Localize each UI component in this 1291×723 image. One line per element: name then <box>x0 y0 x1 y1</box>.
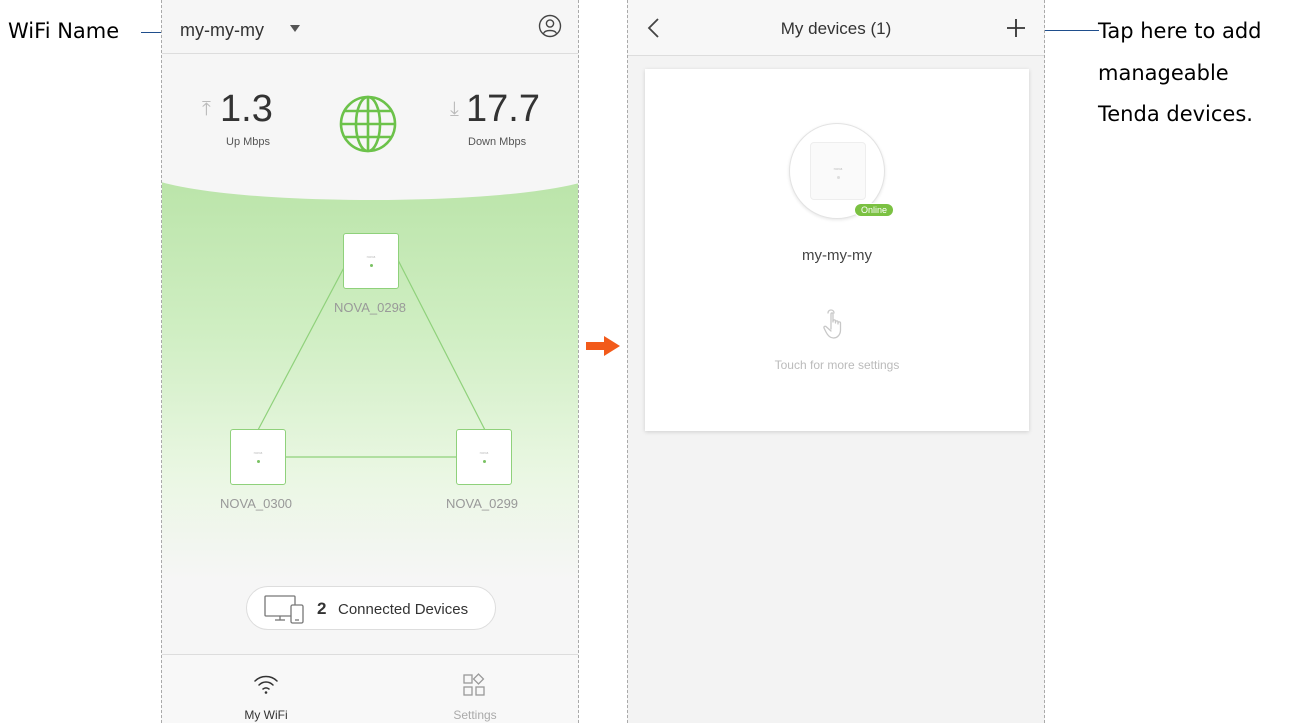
node-led <box>483 460 486 463</box>
tab-label: Settings <box>453 708 497 722</box>
page-title: My devices (1) <box>780 19 892 38</box>
add-hint-line-2: manageable <box>1098 61 1229 85</box>
link-top-right <box>397 259 486 431</box>
transition-arrow-icon <box>586 336 620 356</box>
mesh-node-top[interactable]: nova <box>343 233 399 289</box>
device-card[interactable]: nova Online my-my-my Touch for more sett… <box>645 69 1029 431</box>
connected-devices-button[interactable]: 2 Connected Devices <box>246 586 496 630</box>
link-top-left <box>257 259 349 431</box>
add-hint-line-1: Tap here to add <box>1098 19 1262 43</box>
mesh-node-label: NOVA_0298 <box>334 300 407 315</box>
node-led <box>257 460 260 463</box>
bottom-tab-bar: My WiFi Settings <box>162 654 578 723</box>
devices-icon <box>264 595 304 624</box>
connected-devices-count: 2 <box>317 599 327 618</box>
tab-my-wifi[interactable]: My WiFi <box>206 655 326 723</box>
tab-label: My WiFi <box>244 708 288 722</box>
node-brand: nova <box>479 450 489 455</box>
touch-hand-icon <box>823 309 842 339</box>
device-settings-hint: Touch for more settings <box>774 358 900 372</box>
router-image: nova <box>810 142 866 200</box>
device-led <box>837 176 840 179</box>
device-brand: nova <box>833 166 843 171</box>
mesh-node-left[interactable]: nova <box>230 429 286 485</box>
add-hint-line-3: Tenda devices. <box>1098 102 1253 126</box>
my-devices-header: My devices (1) <box>628 0 1044 56</box>
settings-grid-icon <box>463 673 485 696</box>
node-led <box>370 264 373 267</box>
tab-settings[interactable]: Settings <box>415 655 535 723</box>
plus-icon[interactable] <box>1006 18 1026 38</box>
node-brand: nova <box>253 450 263 455</box>
node-brand: nova <box>366 254 376 259</box>
status-badge: Online <box>854 203 895 217</box>
mesh-node-right[interactable]: nova <box>456 429 512 485</box>
my-devices-screen: My devices (1) nova Online my-my-my Touc… <box>627 0 1045 723</box>
wifi-name-annotation: WiFi Name <box>8 19 120 43</box>
device-name: my-my-my <box>802 247 872 264</box>
connected-devices-label: Connected Devices <box>338 601 469 618</box>
mesh-node-label: NOVA_0299 <box>446 496 519 511</box>
mesh-node-label: NOVA_0300 <box>220 496 293 511</box>
wifi-icon <box>254 675 278 694</box>
my-wifi-screen: my-my-my ⤒ 1.3 Up Mbps ⤓ 17.7 Down Mbps <box>161 0 579 723</box>
